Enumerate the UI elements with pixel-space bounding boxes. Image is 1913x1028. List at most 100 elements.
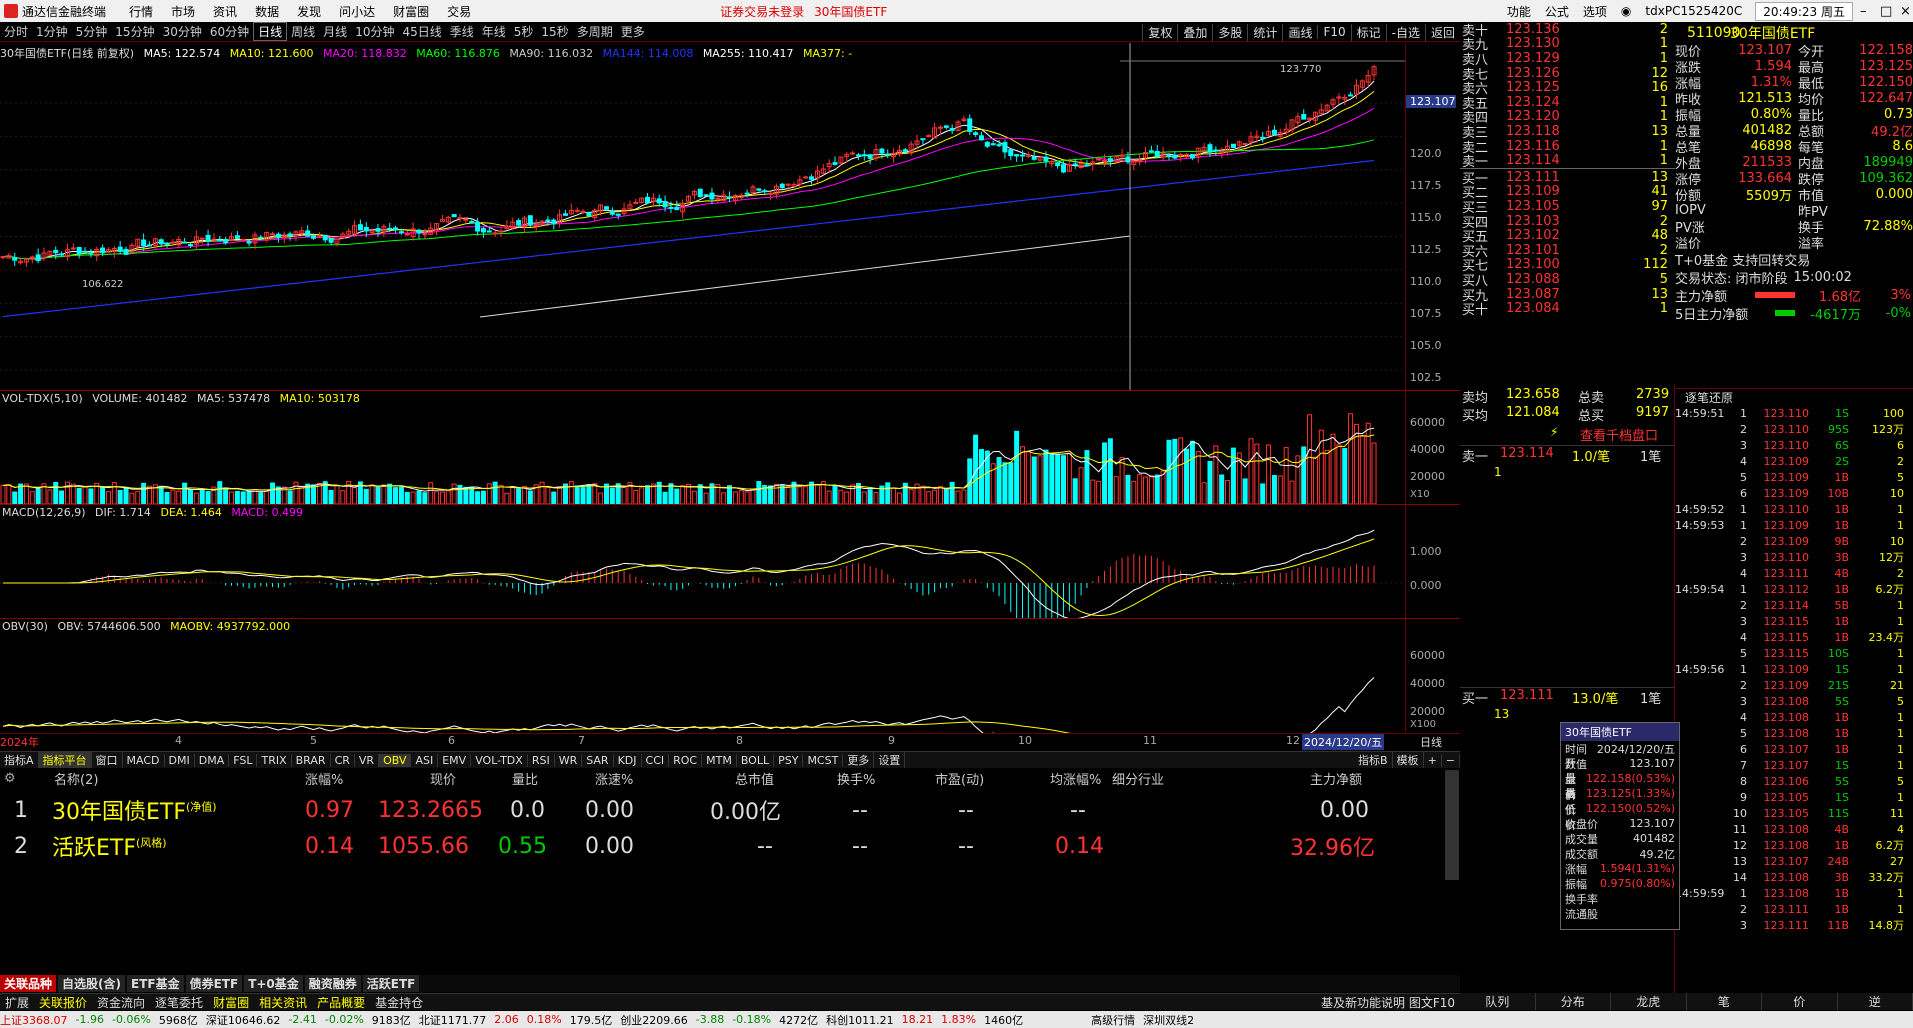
ind-tab[interactable]: KDJ (614, 753, 642, 767)
ind-tab[interactable]: MACD (123, 753, 165, 767)
period-tab[interactable]: 15秒 (537, 23, 572, 40)
maximize-icon[interactable]: □ (1873, 4, 1893, 19)
tool-fq[interactable]: 复权 (1142, 23, 1177, 41)
idx-kc[interactable]: 科创1011.21 (826, 1012, 894, 1028)
menu-formula[interactable]: 公式 (1538, 3, 1576, 20)
bid-row[interactable]: 买十 123.084 1 (1460, 301, 1675, 318)
ask-row[interactable]: 卖一 123.114 1 (1460, 153, 1675, 170)
ind-tab[interactable]: CCI (642, 753, 670, 767)
tab-dist[interactable]: 分布 (1536, 993, 1611, 1010)
menu-func[interactable]: 功能 (1500, 3, 1538, 20)
macd-chart[interactable] (0, 505, 1405, 618)
tab-bottom[interactable]: 活跃ETF (362, 975, 420, 992)
volume-panel[interactable]: VOL-TDX(5,10) VOLUME: 401482 MA5: 537478… (0, 391, 1460, 504)
ind-tab[interactable]: 设置 (874, 752, 906, 768)
func-item[interactable]: 资金流向 (92, 994, 150, 1011)
tab-bottom[interactable]: T+0基金 (244, 975, 303, 992)
ind-tab-obv[interactable]: OBV (379, 753, 412, 767)
ind-tab[interactable]: WR (555, 753, 583, 767)
period-tab[interactable]: 30分钟 (159, 23, 206, 40)
gear-icon[interactable]: ⚙ (4, 771, 16, 786)
table-row[interactable]: 2 活跃ETF(风格) 0.14 1055.66 0.55 0.00 -- --… (0, 828, 1445, 864)
period-tab[interactable]: 多周期 (573, 23, 617, 40)
obv-chart[interactable] (0, 619, 1405, 733)
func-item[interactable]: 关联报价 (34, 994, 92, 1011)
tool-back[interactable]: 返回 (1424, 23, 1460, 41)
idx-sz[interactable]: 深证10646.62 (206, 1012, 281, 1028)
ind-tab[interactable]: VR (355, 753, 380, 767)
func-item[interactable]: 财富圈 (208, 994, 254, 1011)
menu-item-data[interactable]: 数据 (246, 3, 288, 20)
ind-tab[interactable]: DMI (165, 753, 195, 767)
volume-chart[interactable] (0, 391, 1405, 504)
server-line[interactable]: 深圳双线2 (1143, 1012, 1194, 1028)
login-warning[interactable]: 证券交易未登录 (720, 3, 804, 20)
ind-tab[interactable]: TRIX (257, 753, 292, 767)
ind-tab-b[interactable]: 指标B (1354, 752, 1393, 768)
table-row[interactable]: 1 30年国债ETF(净值) 0.97 123.2665 0.0 0.00 0.… (0, 792, 1445, 828)
ind-tab[interactable]: DMA (195, 753, 230, 767)
remove-icon[interactable]: − (1442, 753, 1460, 767)
ind-tab[interactable]: BRAR (292, 753, 331, 767)
ind-tab[interactable]: FSL (229, 753, 258, 767)
menu-item-wealth[interactable]: 财富圈 (384, 3, 438, 20)
ind-tab[interactable]: VOL-TDX (471, 753, 528, 767)
tick-list[interactable]: 14:59:51 1 123.110 1S 100 2 123.110 95S 123万 3 123… (1675, 405, 1913, 1005)
period-tab[interactable]: 5分钟 (72, 23, 112, 40)
period-tab-daily[interactable]: 日线 (253, 22, 288, 41)
ind-tab[interactable]: PSY (774, 753, 804, 767)
tool-draw[interactable]: 画线 (1282, 23, 1317, 41)
menu-item-ask[interactable]: 问小达 (330, 3, 384, 20)
tab-price[interactable]: 价 (1762, 993, 1838, 1010)
tab-bottom[interactable]: 融资融券 (304, 975, 361, 992)
period-tab[interactable]: 月线 (319, 23, 351, 40)
ind-tab[interactable]: CR (331, 753, 355, 767)
user-id[interactable]: tdxPC1525420C (1638, 4, 1749, 18)
period-tab[interactable]: 1分钟 (32, 23, 72, 40)
main-chart-panel[interactable]: 30年国债ETF(日线 前复权) MA5: 122.574 MA10: 121.… (0, 43, 1460, 390)
menu-item-hq[interactable]: 行情 (120, 3, 162, 20)
menu-options[interactable]: 选项 (1576, 3, 1614, 20)
ind-tab[interactable]: BOLL (737, 753, 775, 767)
tool-multi[interactable]: 多股 (1212, 23, 1247, 41)
col-name[interactable]: 名称(2) (54, 769, 98, 788)
idx-bj[interactable]: 北证1171.77 (419, 1012, 487, 1028)
ind-tab[interactable]: 窗口 (92, 752, 123, 768)
tab-bottom[interactable]: 债券ETF (185, 975, 243, 992)
tab-queue[interactable]: 队列 (1460, 993, 1536, 1010)
ind-tab[interactable]: SAR (582, 753, 614, 767)
func-item[interactable]: 相关资讯 (254, 994, 312, 1011)
ind-tab[interactable]: EMV (438, 753, 472, 767)
tool-f10[interactable]: F10 (1317, 25, 1350, 39)
ind-tab-platform[interactable]: 指标平台 (38, 752, 92, 768)
idx-sh[interactable]: 上证3368.07 (0, 1012, 68, 1028)
macd-panel[interactable]: MACD(12,26,9) DIF: 1.714 DEA: 1.464 MACD… (0, 505, 1460, 618)
ind-tab[interactable]: 更多 (843, 752, 875, 768)
close-icon[interactable]: × (1893, 4, 1913, 19)
tool-fav[interactable]: -自选 (1385, 23, 1425, 41)
func-item[interactable]: 扩展 (0, 994, 34, 1011)
col-chg[interactable]: 涨幅% (305, 769, 343, 788)
tab-dragon[interactable]: 龙虎 (1611, 993, 1687, 1010)
period-tab[interactable]: 5秒 (510, 23, 538, 40)
col-avg[interactable]: 均涨幅% (1050, 769, 1101, 788)
user-icon[interactable]: ◉ (1614, 4, 1638, 18)
func-right[interactable]: 基及新功能说明 图文F10 (1316, 994, 1460, 1011)
menu-item-discover[interactable]: 发现 (288, 3, 330, 20)
menu-item-market[interactable]: 市场 (162, 3, 204, 20)
func-item[interactable]: 逐笔委托 (150, 994, 208, 1011)
func-item[interactable]: 基金持仓 (370, 994, 428, 1011)
col-turn[interactable]: 换手% (837, 769, 875, 788)
menu-item-news[interactable]: 资讯 (204, 3, 246, 20)
tool-overlay[interactable]: 叠加 (1177, 23, 1212, 41)
period-tab[interactable]: 15分钟 (111, 23, 158, 40)
minimize-icon[interactable]: – (1853, 4, 1873, 19)
table-scrollbar[interactable] (1445, 770, 1459, 880)
ind-tab[interactable]: MTM (702, 753, 737, 767)
ind-tab[interactable]: RSI (528, 753, 555, 767)
period-tab[interactable]: 分时 (0, 23, 32, 40)
ind-template[interactable]: 模板 (1393, 752, 1424, 768)
col-speed[interactable]: 涨速% (595, 769, 633, 788)
tab-tick[interactable]: 笔 (1687, 993, 1762, 1010)
ind-tab[interactable]: MCST (803, 753, 844, 767)
